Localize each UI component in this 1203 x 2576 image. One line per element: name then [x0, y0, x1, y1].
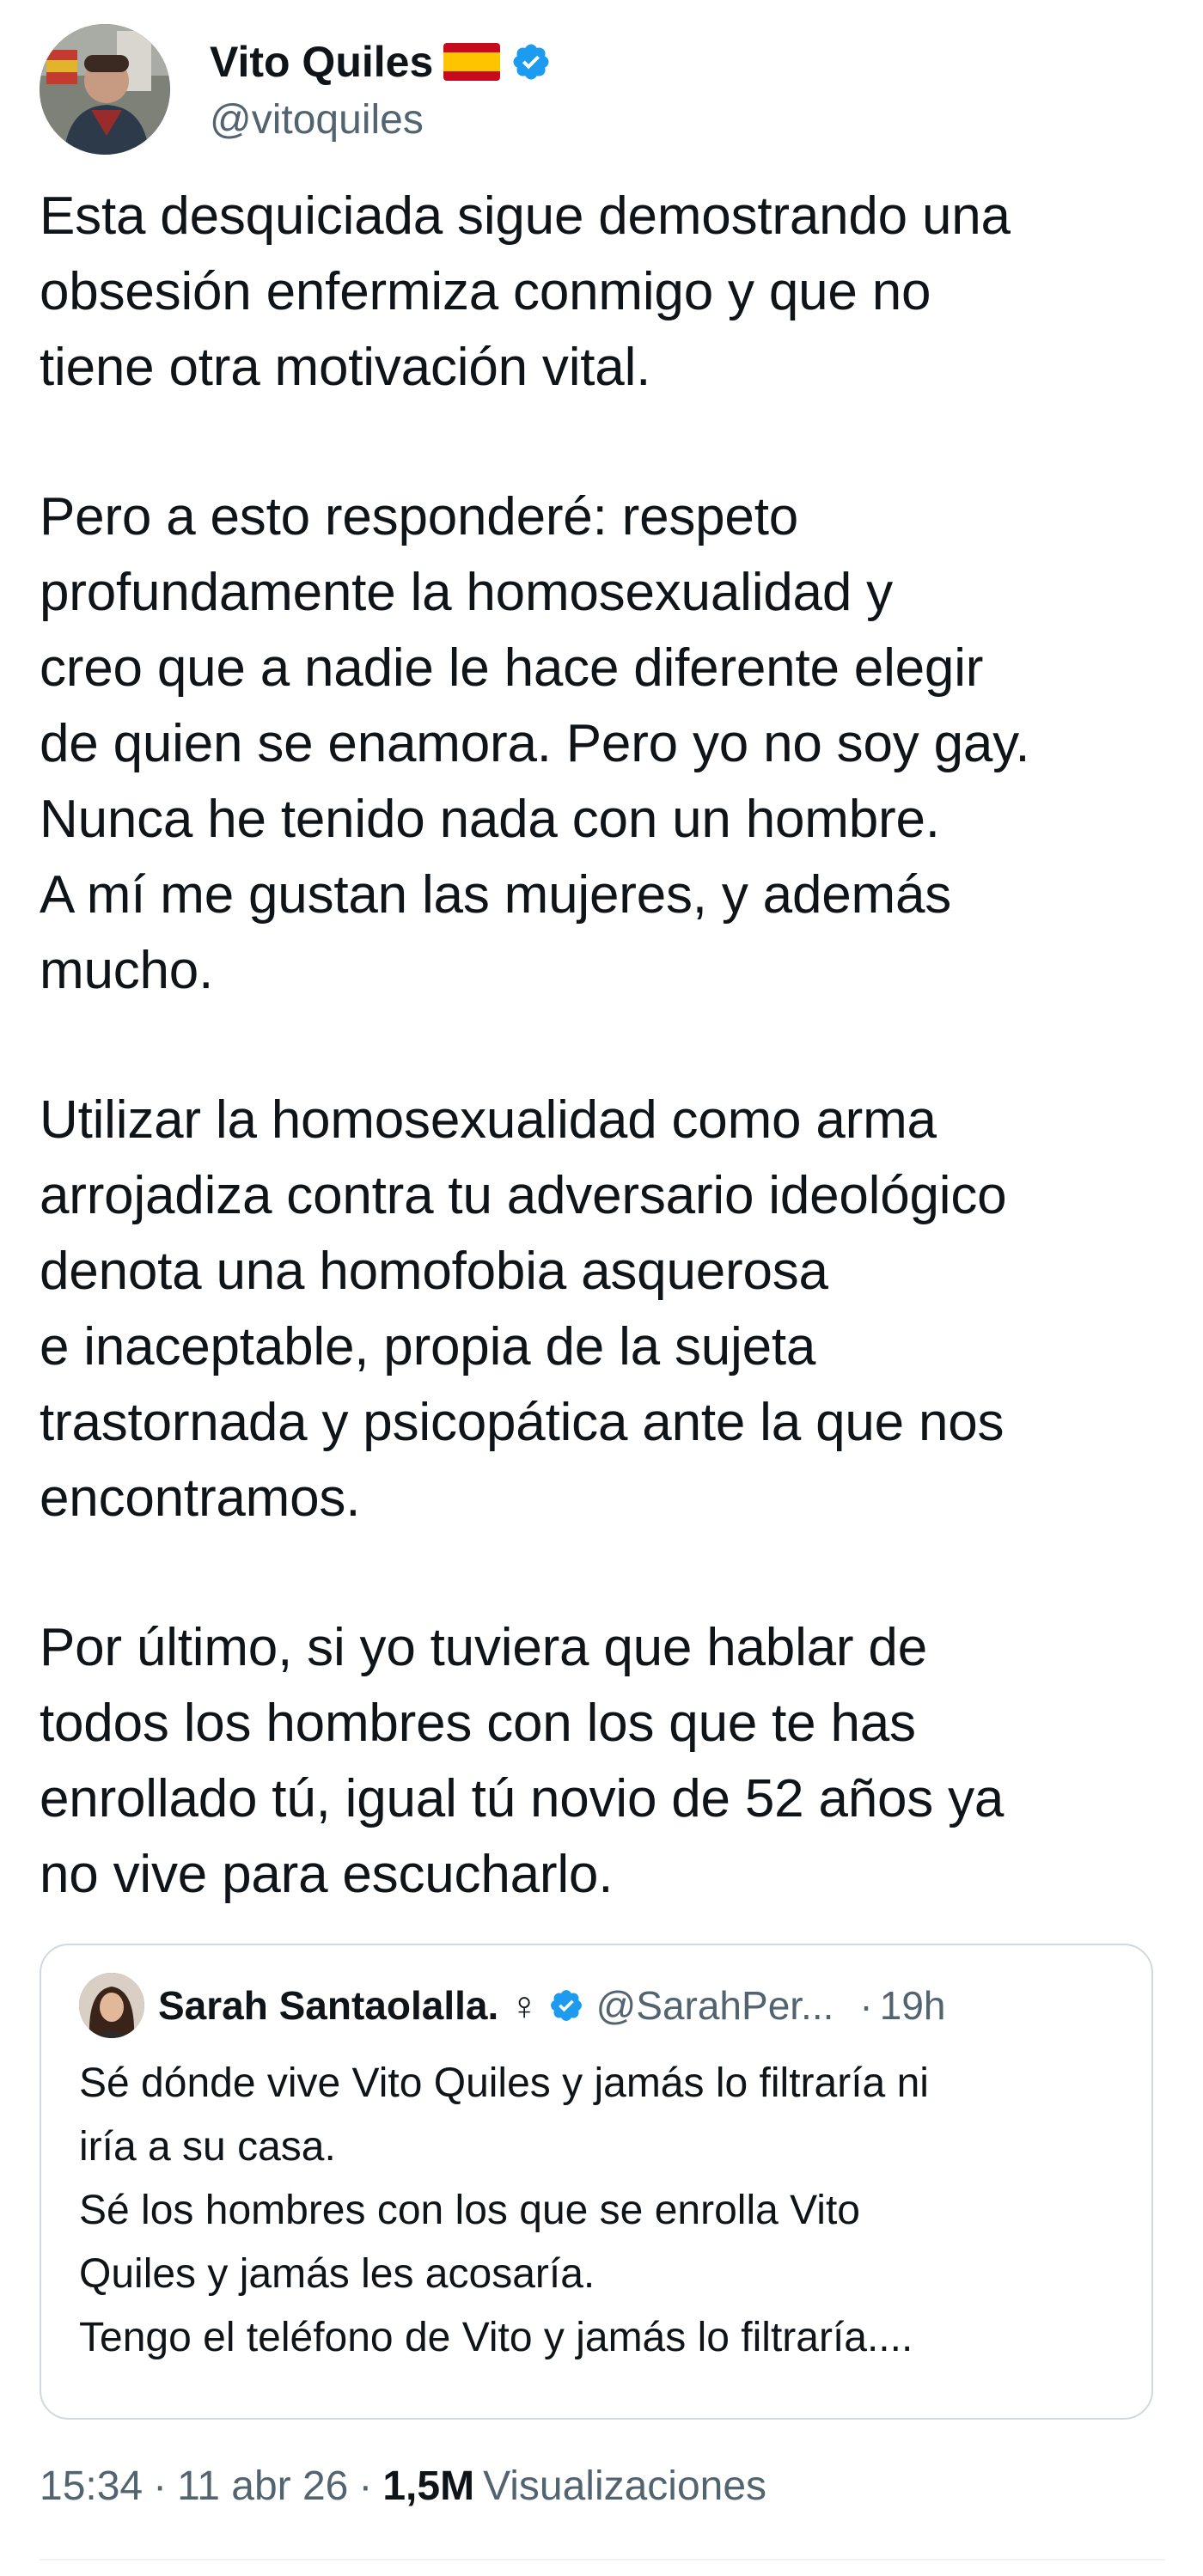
tweet-text: Esta desquiciada sigue demostrando una ob… — [40, 179, 1165, 1913]
quoted-author-avatar-image — [79, 1973, 144, 2038]
quoted-text-line: Sé dónde vive Vito Quiles y jamás lo fil… — [79, 2060, 929, 2106]
tweet-text-line: encontramos. — [40, 1468, 361, 1528]
meta-separator: · — [358, 2463, 373, 2509]
author-avatar[interactable] — [40, 24, 170, 155]
quoted-text-line: iría a su casa. — [79, 2124, 336, 2170]
author-display-name[interactable]: Vito Quiles — [210, 31, 433, 93]
tweet-text-line: A mí me gustan las mujeres, y además — [40, 865, 952, 925]
quoted-text-line: Sé los hombres con los que se enrolla Vi… — [79, 2188, 860, 2233]
tweet-text-line: Esta desquiciada sigue demostrando una — [40, 186, 1011, 246]
tweet-text-line: Nunca he tenido nada con un hombre. — [40, 790, 940, 849]
author-name-row[interactable]: Vito Quiles — [210, 31, 1155, 93]
tweet-text-line: creo que a nadie le hace diferente elegi… — [40, 638, 984, 698]
tweet-paragraph: Por último, si yo tuviera que hablar de t… — [40, 1610, 1165, 1913]
quoted-author-display-name[interactable]: Sarah Santaolalla. ♀ — [158, 1982, 540, 2029]
quoted-tweet-text: Sé dónde vive Vito Quiles y jamás lo fil… — [79, 2052, 1119, 2370]
tweet-text-line: obsesión enfermiza conmigo y que no — [40, 262, 931, 321]
author-handle[interactable]: @vitoquiles — [210, 93, 1155, 148]
quoted-separator: · — [859, 1983, 873, 2028]
quoted-text-line: Tengo el teléfono de Vito y jamás lo fil… — [79, 2315, 913, 2360]
tweet-text-line: de quien se enamora. Pero yo no soy gay. — [40, 714, 1030, 773]
tweet-text-line: trastornada y psicopática ante la que no… — [40, 1393, 1005, 1452]
tweet-meta: 15:34 · 11 abr 26 · 1,5M Visualizaciones — [40, 2456, 766, 2516]
views-label[interactable]: Visualizaciones — [483, 2463, 766, 2510]
quoted-author-avatar[interactable] — [79, 1973, 144, 2038]
tweet-text-line: mucho. — [40, 941, 214, 1000]
tweet-text-line: no vive para escucharlo. — [40, 1845, 614, 1904]
spain-flag-icon — [443, 43, 501, 81]
quoted-timestamp[interactable]: 19h — [880, 1982, 946, 2029]
tweet-text-line: denota una homofobia asquerosa — [40, 1242, 828, 1301]
quoted-text-line: Quiles y jamás les acosaría. — [79, 2251, 595, 2297]
tweet-date[interactable]: 11 abr 26 — [177, 2463, 348, 2510]
quoted-tweet-header: Sarah Santaolalla. ♀ @SarahPer... · 19h — [158, 1973, 945, 2038]
tweet-paragraph: Utilizar la homosexualidad como arma arro… — [40, 1083, 1165, 1536]
tweet-text-line: enrollado tú, igual tú novio de 52 años … — [40, 1769, 1005, 1828]
quoted-tweet[interactable]: Sarah Santaolalla. ♀ @SarahPer... · 19h … — [40, 1944, 1153, 2420]
tweet-text-line: Utilizar la homosexualidad como arma — [40, 1090, 937, 1150]
tweet-text-line: Por último, si yo tuviera que hablar de — [40, 1618, 927, 1677]
tweet-text-line: profundamente la homosexualidad y — [40, 563, 893, 622]
tweet-paragraph: Pero a esto responderé: respeto profundam… — [40, 479, 1165, 1009]
divider — [40, 2559, 1165, 2561]
views-count[interactable]: 1,5M — [382, 2463, 474, 2510]
author-avatar-image — [40, 24, 170, 155]
verified-badge-icon[interactable] — [510, 41, 552, 82]
tweet-text-line: todos los hombres con los que te has — [40, 1694, 916, 1753]
tweet-text-line: e inaceptable, propia de la sujeta — [40, 1317, 816, 1377]
quoted-author-handle[interactable]: @SarahPer... — [596, 1982, 834, 2029]
tweet-card: Vito Quiles @vitoquiles Esta desquiciada… — [0, 0, 1203, 2576]
tweet-paragraph: Esta desquiciada sigue demostrando una ob… — [40, 179, 1165, 406]
author-block: Vito Quiles @vitoquiles — [210, 31, 1155, 148]
tweet-time[interactable]: 15:34 — [40, 2463, 143, 2510]
quoted-verified-badge-icon[interactable] — [548, 1987, 584, 2024]
tweet-text-line: tiene otra motivación vital. — [40, 338, 651, 397]
meta-separator: · — [153, 2463, 168, 2509]
tweet-text-line: Pero a esto responderé: respeto — [40, 487, 799, 546]
tweet-text-line: arrojadiza contra tu adversario ideológi… — [40, 1166, 1007, 1225]
